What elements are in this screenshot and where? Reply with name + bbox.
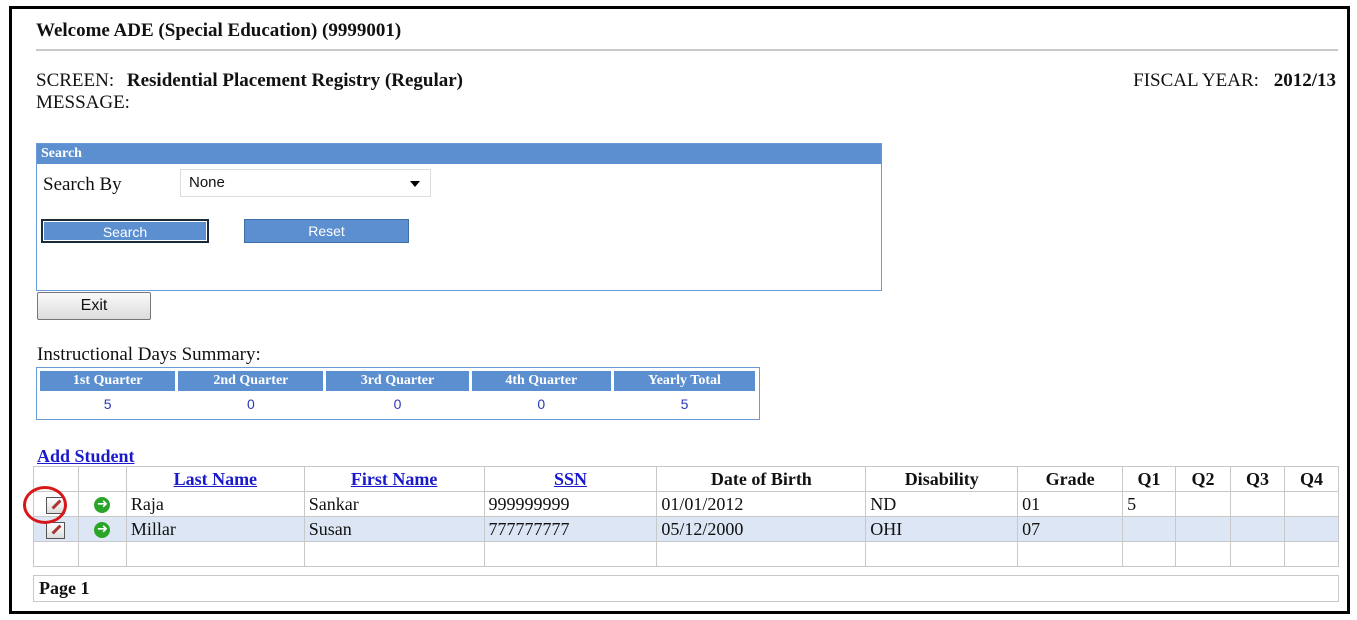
screen-title: Residential Placement Registry (Regular) <box>126 70 463 91</box>
cell-grade: 07 <box>1017 516 1124 542</box>
cell-last-name: Raja <box>125 491 305 517</box>
cell-q3 <box>1229 491 1285 517</box>
cell-ssn: 999999999 <box>483 491 658 517</box>
cell-ssn: 777777777 <box>483 516 658 542</box>
go-arrow-icon[interactable]: ➜ <box>94 497 111 514</box>
table-row: ➜ Millar Susan 777777777 05/12/2000 OHI … <box>33 516 1340 542</box>
reset-button[interactable]: Reset <box>244 219 409 243</box>
empty-cell <box>1175 541 1231 567</box>
cell-q2 <box>1175 516 1231 542</box>
welcome-text: Welcome ADE (Special Education) (9999001… <box>36 20 402 41</box>
empty-cell <box>33 541 79 567</box>
empty-cell <box>483 541 658 567</box>
col-dob: Date of Birth <box>656 466 867 492</box>
add-student-link[interactable]: Add Student <box>37 446 135 467</box>
ids-value-q4: 0 <box>537 396 546 412</box>
fiscal-year-label: FISCAL YEAR: <box>1133 70 1259 91</box>
cell-disability: ND <box>865 491 1019 517</box>
col-q1: Q1 <box>1122 466 1177 492</box>
students-table: Last Name First Name SSN Date of Birth D… <box>33 466 1340 567</box>
instructional-days-summary: 1st Quarter 2nd Quarter 3rd Quarter 4th … <box>36 367 760 420</box>
chevron-down-icon <box>410 181 420 187</box>
screen-line: SCREEN: Residential Placement Registry (… <box>36 70 463 92</box>
search-button[interactable]: Search <box>41 219 209 243</box>
go-cell[interactable]: ➜ <box>77 491 127 517</box>
cell-q4 <box>1283 516 1340 542</box>
col-go <box>77 466 127 492</box>
cell-grade: 01 <box>1017 491 1124 517</box>
cell-q4 <box>1283 491 1340 517</box>
empty-cell <box>656 541 867 567</box>
ids-value-yearly: 5 <box>680 396 689 412</box>
empty-cell <box>1017 541 1124 567</box>
col-first-name[interactable]: First Name <box>303 466 485 492</box>
ids-header-q3: 3rd Quarter <box>326 371 469 391</box>
cell-q1: 5 <box>1122 491 1177 517</box>
empty-cell <box>303 541 485 567</box>
ids-value-q1: 5 <box>103 396 112 412</box>
highlight-circle <box>23 486 67 524</box>
instructional-days-table: 1st Quarter 2nd Quarter 3rd Quarter 4th … <box>37 368 758 417</box>
ids-value-q2: 0 <box>246 396 255 412</box>
go-cell[interactable]: ➜ <box>77 516 127 542</box>
message-label: MESSAGE: <box>36 92 130 113</box>
cell-q1 <box>1122 516 1177 542</box>
col-last-name[interactable]: Last Name <box>125 466 305 492</box>
search-by-select[interactable]: None <box>180 169 431 197</box>
cell-dob: 01/01/2012 <box>656 491 867 517</box>
exit-button[interactable]: Exit <box>37 292 151 320</box>
edit-icon[interactable] <box>46 521 66 539</box>
search-by-value: None <box>189 174 225 191</box>
pager: Page 1 <box>33 575 1339 602</box>
screen-label: SCREEN: <box>36 70 115 91</box>
col-disability: Disability <box>865 466 1019 492</box>
cell-first-name: Susan <box>303 516 485 542</box>
ids-header-yearly: Yearly Total <box>614 371 755 391</box>
table-row: ➜ Raja Sankar 999999999 01/01/2012 ND 01… <box>33 491 1340 517</box>
cell-q2 <box>1175 491 1231 517</box>
go-arrow-icon[interactable]: ➜ <box>94 522 111 539</box>
divider <box>36 49 1338 51</box>
ids-header-q2: 2nd Quarter <box>178 371 324 391</box>
ids-header-q1: 1st Quarter <box>40 371 176 391</box>
empty-cell <box>865 541 1019 567</box>
cell-dob: 05/12/2000 <box>656 516 867 542</box>
cell-last-name: Millar <box>125 516 305 542</box>
instructional-days-label: Instructional Days Summary: <box>37 344 261 365</box>
col-q2: Q2 <box>1175 466 1231 492</box>
cell-disability: OHI <box>865 516 1019 542</box>
table-header-row: Last Name First Name SSN Date of Birth D… <box>33 466 1340 492</box>
empty-cell <box>77 541 127 567</box>
ids-value-q3: 0 <box>393 396 402 412</box>
empty-cell <box>1229 541 1285 567</box>
table-row-empty <box>33 541 1340 567</box>
search-panel: Search Search By None Search Reset <box>36 143 882 291</box>
empty-cell <box>1122 541 1177 567</box>
ids-header-q4: 4th Quarter <box>471 371 612 391</box>
cell-first-name: Sankar <box>303 491 485 517</box>
col-ssn[interactable]: SSN <box>483 466 658 492</box>
search-by-label: Search By <box>43 174 122 195</box>
empty-cell <box>1283 541 1340 567</box>
col-q3: Q3 <box>1229 466 1285 492</box>
col-grade: Grade <box>1017 466 1124 492</box>
col-q4: Q4 <box>1283 466 1340 492</box>
cell-q3 <box>1229 516 1285 542</box>
fiscal-year: FISCAL YEAR: 2012/13 <box>1133 70 1336 92</box>
empty-cell <box>125 541 305 567</box>
fiscal-year-value: 2012/13 <box>1273 70 1336 91</box>
search-panel-title: Search <box>37 144 881 164</box>
